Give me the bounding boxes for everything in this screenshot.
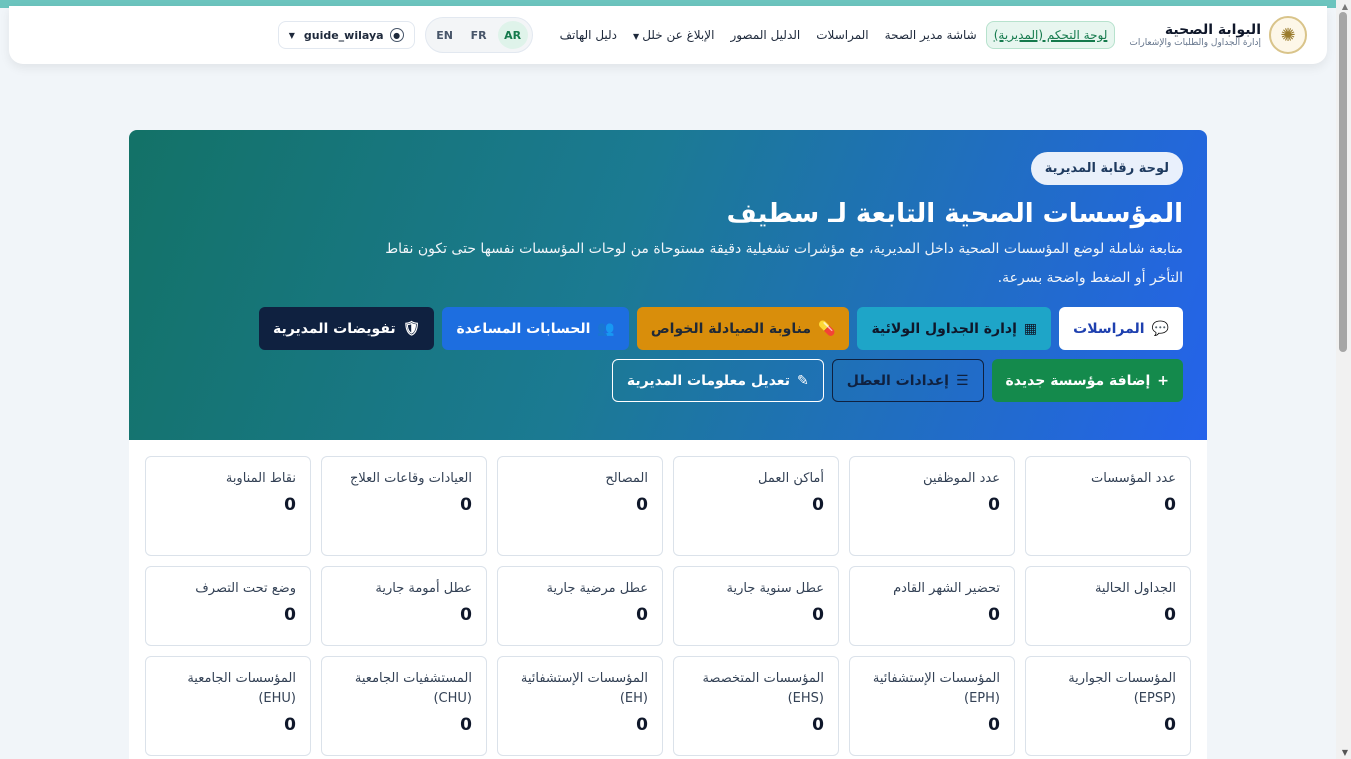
stat-card: وضع تحت التصرف 0: [145, 566, 311, 646]
nav-dashboard[interactable]: لوحة التحكم (المديرية): [985, 21, 1116, 49]
stat-card: المؤسسات الجامعية (EHU) 0: [145, 656, 311, 756]
pill-icon: 💊: [818, 320, 836, 337]
stats-panel: عدد المؤسسات 0 عدد الموظفين 0 أماكن العمل 0…: [129, 440, 1207, 759]
stat-card: أماكن العمل 0: [673, 456, 839, 556]
calendar-icon: ▦: [1023, 320, 1038, 337]
nav-report-bug[interactable]: الإبلاغ عن خلل▼: [626, 22, 721, 48]
lang-fr[interactable]: FR: [464, 21, 494, 49]
scrollbar-thumb[interactable]: [1339, 12, 1347, 352]
stat-card: عدد الموظفين 0: [849, 456, 1015, 556]
edit-icon: ✎: [796, 372, 809, 389]
nav-health-director-screen[interactable]: شاشة مدير الصحة: [878, 22, 984, 48]
scroll-down-icon[interactable]: ▼: [1342, 748, 1348, 757]
scroll-up-icon[interactable]: ▲: [1342, 2, 1348, 11]
username: guide_wilaya: [303, 28, 384, 42]
stat-card: عطل أمومة جارية 0: [321, 566, 487, 646]
nav-phone-directory[interactable]: دليل الهاتف: [553, 22, 624, 48]
brand[interactable]: ✺ البوابة الصحية إدارة الجداول والطلبات …: [1129, 16, 1307, 54]
chat-icon: 💬: [1151, 320, 1169, 337]
top-navbar: ✺ البوابة الصحية إدارة الجداول والطلبات …: [9, 6, 1327, 64]
page-scrollbar[interactable]: ▲ ▼: [1336, 0, 1351, 759]
lang-ar[interactable]: AR: [497, 21, 528, 49]
page-title: المؤسسات الصحية التابعة لـ سطيف: [726, 199, 1183, 229]
leave-settings-button[interactable]: ☰ إعدادات العطل: [831, 359, 984, 402]
stat-card: تحضير الشهر القادم 0: [849, 566, 1015, 646]
user-menu-button[interactable]: ● guide_wilaya ▼: [277, 21, 415, 49]
hero-actions-row1: 💬 المراسلات ▦ إدارة الجداول الولائية 💊 مناو…: [153, 307, 1183, 350]
stats-row-2: الجداول الحالية 0 تحضير الشهر القادم 0 عطل…: [145, 566, 1191, 646]
stat-card: عدد المؤسسات 0: [1025, 456, 1191, 556]
lang-en[interactable]: EN: [430, 21, 460, 49]
edit-directorate-button[interactable]: ✎ تعديل معلومات المديرية: [611, 359, 824, 402]
pharmacy-duty-button[interactable]: 💊 مناوبة الصيادلة الخواص: [636, 307, 850, 350]
sliders-icon: ☰: [955, 372, 969, 389]
assistant-accounts-button[interactable]: 👥 الحسابات المساعدة: [442, 307, 629, 350]
hero-badge: لوحة رقابة المديرية: [1030, 152, 1183, 185]
brand-title: البوابة الصحية: [1164, 21, 1261, 38]
stats-row-1: عدد المؤسسات 0 عدد الموظفين 0 أماكن العمل 0…: [145, 456, 1191, 556]
chevron-down-icon: ▼: [288, 30, 295, 40]
users-icon: 👥: [597, 320, 615, 337]
stat-card: المستشفيات الجامعية (CHU) 0: [321, 656, 487, 756]
nav-illustrated-guide[interactable]: الدليل المصور: [723, 22, 807, 48]
brand-subtitle: إدارة الجداول والطلبات والإشعارات: [1129, 37, 1261, 48]
add-institution-button[interactable]: + إضافة مؤسسة جديدة: [991, 359, 1183, 402]
main-nav: لوحة التحكم (المديرية) شاشة مدير الصحة ا…: [553, 21, 1116, 49]
stat-card: المصالح 0: [497, 456, 663, 556]
stat-card: المؤسسات المتخصصة (EHS) 0: [673, 656, 839, 756]
stat-card: نقاط المناوبة 0: [145, 456, 311, 556]
manage-schedules-button[interactable]: ▦ إدارة الجداول الولائية: [857, 307, 1052, 350]
stat-card: المؤسسات الإستشفائية (EH) 0: [497, 656, 663, 756]
shield-icon: 🛡: [402, 320, 421, 337]
correspondence-button[interactable]: 💬 المراسلات: [1059, 307, 1183, 350]
stat-card: عطل مرضية جارية 0: [497, 566, 663, 646]
hero-panel: لوحة رقابة المديرية المؤسسات الصحية التا…: [129, 130, 1207, 440]
stat-card: المؤسسات الإستشفائية (EPH) 0: [849, 656, 1015, 756]
hero-description: متابعة شاملة لوضع المؤسسات الصحية داخل ا…: [385, 241, 1183, 286]
hero-actions-row2: + إضافة مؤسسة جديدة ☰ إعدادات العطل ✎ تعديل…: [153, 359, 1183, 402]
language-switcher: AR FR EN: [424, 17, 533, 53]
user-icon: ●: [389, 28, 404, 42]
stat-card: المؤسسات الجوارية (EPSP) 0: [1025, 656, 1191, 756]
stat-card: العيادات وقاعات العلاج 0: [321, 456, 487, 556]
logo-icon: ✺: [1269, 16, 1307, 54]
stat-card: عطل سنوية جارية 0: [673, 566, 839, 646]
plus-icon: +: [1157, 372, 1169, 389]
nav-correspondence[interactable]: المراسلات: [809, 22, 875, 48]
stats-row-3: المؤسسات الجوارية (EPSP) 0 المؤسسات الإست…: [145, 656, 1191, 756]
stat-card: الجداول الحالية 0: [1025, 566, 1191, 646]
chevron-down-icon: ▼: [633, 32, 640, 41]
delegations-button[interactable]: 🛡 تفويضات المديرية: [259, 307, 435, 350]
